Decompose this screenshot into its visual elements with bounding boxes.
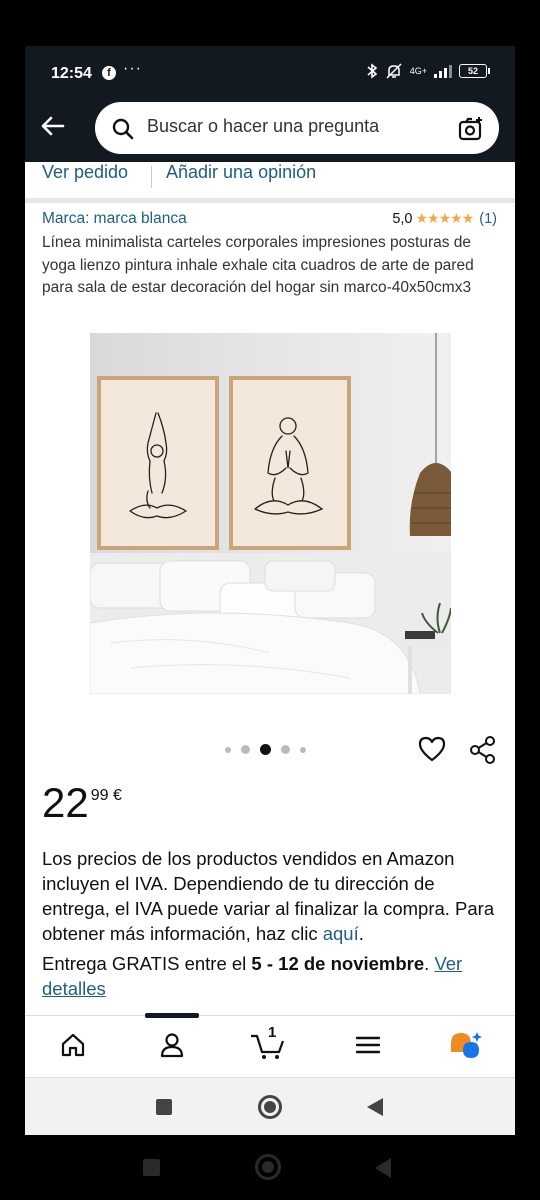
header-bar: 12:54 f ··· 4G+ 52 (25, 46, 515, 162)
cart-count: 1 (268, 1024, 277, 1041)
status-icons: 4G+ 52 (366, 63, 490, 79)
carousel-dot[interactable] (225, 746, 231, 753)
nav-active-indicator (145, 1013, 199, 1018)
carousel-dot[interactable] (281, 745, 290, 754)
account-icon[interactable] (157, 1030, 187, 1060)
back-arrow-icon[interactable] (35, 108, 71, 144)
order-links: Ver pedido Añadir una opinión (25, 162, 515, 203)
delivery-dates: 5 - 12 de noviembre (251, 953, 425, 974)
product-image[interactable] (90, 333, 451, 694)
vat-notice: Los precios de los productos vendidos en… (42, 846, 502, 946)
status-more: ··· (123, 60, 142, 77)
device-recents-button[interactable] (143, 1159, 160, 1176)
search-icon (112, 118, 134, 140)
recents-button[interactable] (156, 1099, 172, 1115)
back-button-icon[interactable] (365, 1096, 385, 1118)
brand-link[interactable]: Marca: marca blanca (42, 210, 187, 228)
app-screen: 12:54 f ··· 4G+ 52 Buscar o hacer una pr… (25, 46, 515, 1135)
delivery-info: Entrega GRATIS entre el 5 - 12 de noviem… (42, 951, 502, 1001)
carousel-dot[interactable] (241, 745, 250, 754)
facebook-notification-icon: f (102, 66, 116, 80)
delivery-suffix: . (424, 953, 435, 974)
device-back-icon[interactable] (373, 1156, 393, 1180)
rating-value: 5,0 (392, 210, 413, 227)
view-order-link[interactable]: Ver pedido (42, 162, 128, 183)
network-type: 4G+ (409, 66, 427, 76)
signal-icon (434, 64, 452, 78)
heart-icon[interactable] (417, 735, 447, 763)
home-button-dot (264, 1101, 276, 1113)
carousel-dot-active[interactable] (260, 744, 271, 755)
product-title: Línea minimalista carteles corporales im… (42, 234, 474, 296)
battery-icon: 52 (459, 64, 490, 78)
mute-icon (386, 63, 402, 79)
vat-notice-end: . (358, 923, 364, 944)
delivery-prefix: Entrega GRATIS entre el (42, 953, 252, 974)
search-input[interactable] (147, 116, 447, 137)
image-carousel-dots[interactable] (225, 744, 306, 755)
price: 22 99 € (42, 779, 122, 827)
bluetooth-icon (367, 63, 378, 79)
rating[interactable]: 5,0 ★★★★★ (1) (392, 210, 497, 227)
vat-info-link[interactable]: aquí (323, 923, 359, 944)
share-icon[interactable] (468, 735, 498, 765)
system-navigation (25, 1077, 515, 1135)
cart-button[interactable]: 1 (249, 1024, 289, 1060)
vat-notice-text: Los precios de los productos vendidos en… (42, 848, 495, 944)
home-icon[interactable] (58, 1030, 88, 1060)
search-bar[interactable] (95, 102, 499, 154)
price-fraction: 99 € (90, 787, 122, 804)
menu-icon[interactable] (353, 1030, 383, 1060)
device-navigation (0, 1140, 540, 1200)
price-whole: 22 (42, 779, 89, 826)
device-home-dot (262, 1161, 274, 1173)
bottom-navigation: 1 (25, 1013, 515, 1078)
add-review-link[interactable]: Añadir una opinión (166, 162, 316, 183)
rufus-icon[interactable] (449, 1030, 485, 1060)
star-rating-icon: ★★★★★ (415, 210, 475, 226)
status-time: 12:54 (51, 65, 92, 82)
camera-search-icon[interactable] (457, 115, 485, 143)
carousel-dot[interactable] (300, 746, 306, 753)
rating-count[interactable]: (1) (479, 211, 497, 227)
divider (151, 166, 152, 188)
